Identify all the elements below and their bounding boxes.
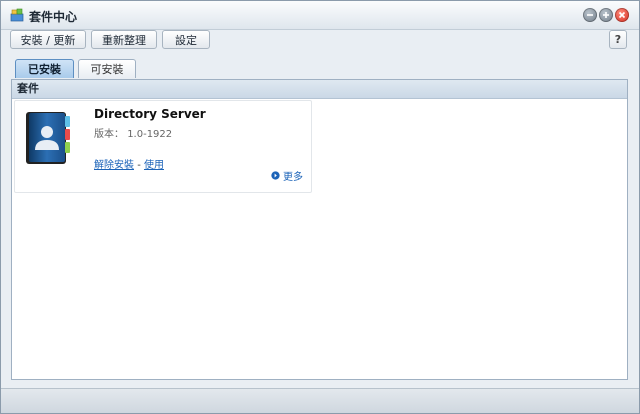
version-value: 1.0-1922 [127,129,173,140]
tab-installed[interactable]: 已安裝 [15,59,74,78]
help-button[interactable]: ? [609,30,627,49]
refresh-button[interactable]: 重新整理 [91,30,157,49]
maximize-icon[interactable] [599,8,613,22]
package-name: Directory Server [94,107,206,121]
close-icon[interactable] [615,8,629,22]
version-label: 版本： [94,129,124,140]
window-title: 套件中心 [29,10,78,24]
package-version-row: 版本： 1.0-1922 [94,125,172,140]
package-list-panel: 套件 Directory Server 版本： 1.0-1922 解除安裝 - … [11,79,628,380]
action-separator: - [137,160,141,171]
package-center-icon [10,8,24,22]
title-bar[interactable]: 套件中心 [1,1,639,30]
arrow-circle-icon [271,171,280,180]
minimize-icon[interactable] [583,8,597,22]
address-book-icon [26,112,70,164]
settings-button[interactable]: 設定 [162,30,210,49]
status-bar [1,388,639,413]
tab-available[interactable]: 可安裝 [78,59,136,78]
use-link[interactable]: 使用 [144,160,164,171]
package-actions: 解除安裝 - 使用 [94,156,164,171]
toolbar: 安裝 / 更新 重新整理 設定 ? [1,30,639,52]
more-label: 更多 [283,172,303,183]
section-header: 套件 [12,80,627,99]
more-link[interactable]: 更多 [271,168,303,183]
uninstall-link[interactable]: 解除安裝 [94,160,134,171]
package-center-window: 套件中心 安裝 / 更新 重新整理 設定 ? 已安裝 可安裝 套件 Direct… [0,0,640,414]
package-card[interactable]: Directory Server 版本： 1.0-1922 解除安裝 - 使用 … [14,100,312,193]
install-update-button[interactable]: 安裝 / 更新 [10,30,86,49]
